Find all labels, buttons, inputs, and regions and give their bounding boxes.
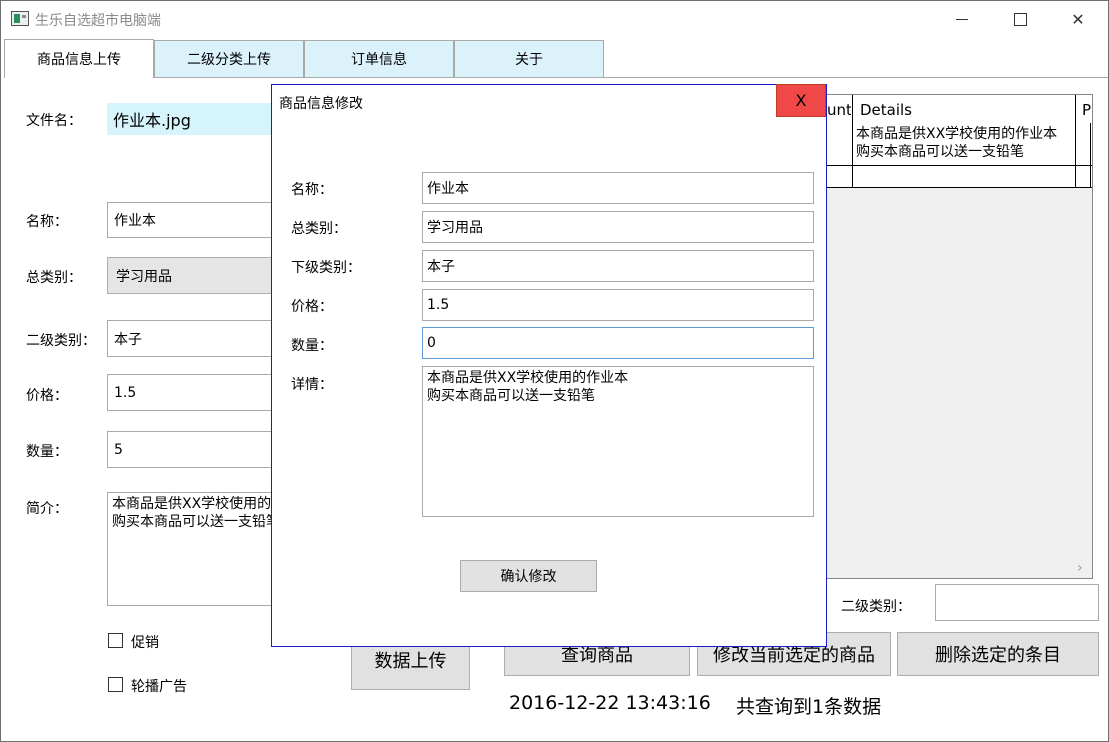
quantity-input[interactable]: 5 — [107, 431, 277, 468]
promo-label: 促销 — [131, 635, 159, 651]
result-count: 共查询到1条数据 — [736, 696, 882, 718]
subcategory-input[interactable]: 本子 — [107, 320, 277, 357]
minimize-button[interactable] — [933, 0, 991, 38]
tab-label: 订单信息 — [351, 52, 407, 68]
query-subcategory-input[interactable] — [935, 584, 1099, 621]
filename-label: 文件名： — [26, 113, 82, 129]
dialog-subcategory-label: 下级类别： — [291, 260, 361, 276]
grid-row-divider — [826, 165, 1092, 166]
dialog-close-button[interactable]: X — [776, 84, 826, 117]
confirm-modify-button[interactable]: 确认修改 — [460, 560, 597, 592]
tab-subcategory-upload[interactable]: 二级分类上传 — [154, 40, 304, 78]
tab-orders[interactable]: 订单信息 — [304, 40, 454, 78]
dialog-category-input[interactable]: 学习用品 — [422, 211, 814, 243]
dialog-price-label: 价格： — [291, 299, 333, 315]
dialog-quantity-input[interactable]: 0 — [422, 327, 814, 359]
timestamp: 2016-12-22 13:43:16 — [509, 692, 711, 714]
promo-checkbox[interactable] — [108, 633, 123, 648]
tab-strip-divider — [603, 77, 1109, 78]
dialog-quantity-label: 数量： — [291, 338, 333, 354]
name-label: 名称： — [26, 214, 68, 230]
category-label: 总类别： — [26, 270, 82, 286]
tab-label: 二级分类上传 — [187, 52, 271, 68]
subcategory-label: 二级类别： — [26, 333, 96, 349]
quantity-label: 数量： — [26, 444, 68, 460]
maximize-icon — [1013, 12, 1027, 26]
scroll-right-icon[interactable]: › — [1077, 560, 1083, 576]
grid-column-divider — [1090, 123, 1091, 188]
delete-selected-button[interactable]: 删除选定的条目 — [897, 632, 1099, 676]
dialog-title: 商品信息修改 — [279, 96, 363, 112]
grid-column-divider — [852, 95, 853, 188]
dialog-price-input[interactable]: 1.5 — [422, 289, 814, 321]
dialog-details-textarea[interactable]: 本商品是供XX学校使用的作业本 购买本商品可以送一支铅笔 — [422, 366, 814, 517]
tab-label: 商品信息上传 — [37, 52, 121, 68]
category-select[interactable]: 学习用品 — [107, 257, 277, 294]
tab-about[interactable]: 关于 — [454, 40, 604, 78]
dialog-details-label: 详情： — [291, 377, 333, 393]
dialog-name-label: 名称： — [291, 182, 333, 198]
tab-product-upload[interactable]: 商品信息上传 — [4, 39, 154, 78]
filename-display: 作业本.jpg — [107, 103, 277, 135]
grid-row-divider — [826, 187, 1092, 188]
minimize-icon — [956, 18, 968, 20]
close-icon: X — [795, 91, 807, 110]
grid-column-divider — [1075, 95, 1076, 188]
carousel-checkbox[interactable] — [108, 677, 123, 692]
name-input[interactable]: 作业本 — [107, 202, 277, 238]
dialog-name-input[interactable]: 作业本 — [422, 172, 814, 204]
dialog-subcategory-input[interactable]: 本子 — [422, 250, 814, 282]
grid-column-header[interactable]: P — [1082, 101, 1092, 119]
dialog-category-label: 总类别： — [291, 221, 347, 237]
tab-label: 关于 — [515, 52, 543, 68]
grid-cell-details: 本商品是供XX学校使用的作业本 购买本商品可以送一支铅笔 — [856, 126, 1058, 160]
price-input[interactable]: 1.5 — [107, 374, 277, 411]
grid-column-header[interactable]: unt — [827, 101, 851, 119]
window-title: 生乐自选超市电脑端 — [35, 13, 161, 29]
intro-label: 简介： — [26, 501, 68, 517]
grid-column-header-details[interactable]: Details — [860, 101, 912, 119]
close-icon: ✕ — [1071, 9, 1085, 29]
price-label: 价格： — [26, 388, 68, 404]
app-icon — [11, 11, 29, 26]
maximize-button[interactable] — [991, 0, 1049, 38]
close-window-button[interactable]: ✕ — [1049, 0, 1107, 38]
query-subcategory-label: 二级类别： — [841, 599, 911, 615]
carousel-label: 轮播广告 — [131, 679, 187, 695]
intro-textarea[interactable]: 本商品是供XX学校使用的作业本 购买本商品可以送一支铅笔 — [107, 492, 277, 606]
